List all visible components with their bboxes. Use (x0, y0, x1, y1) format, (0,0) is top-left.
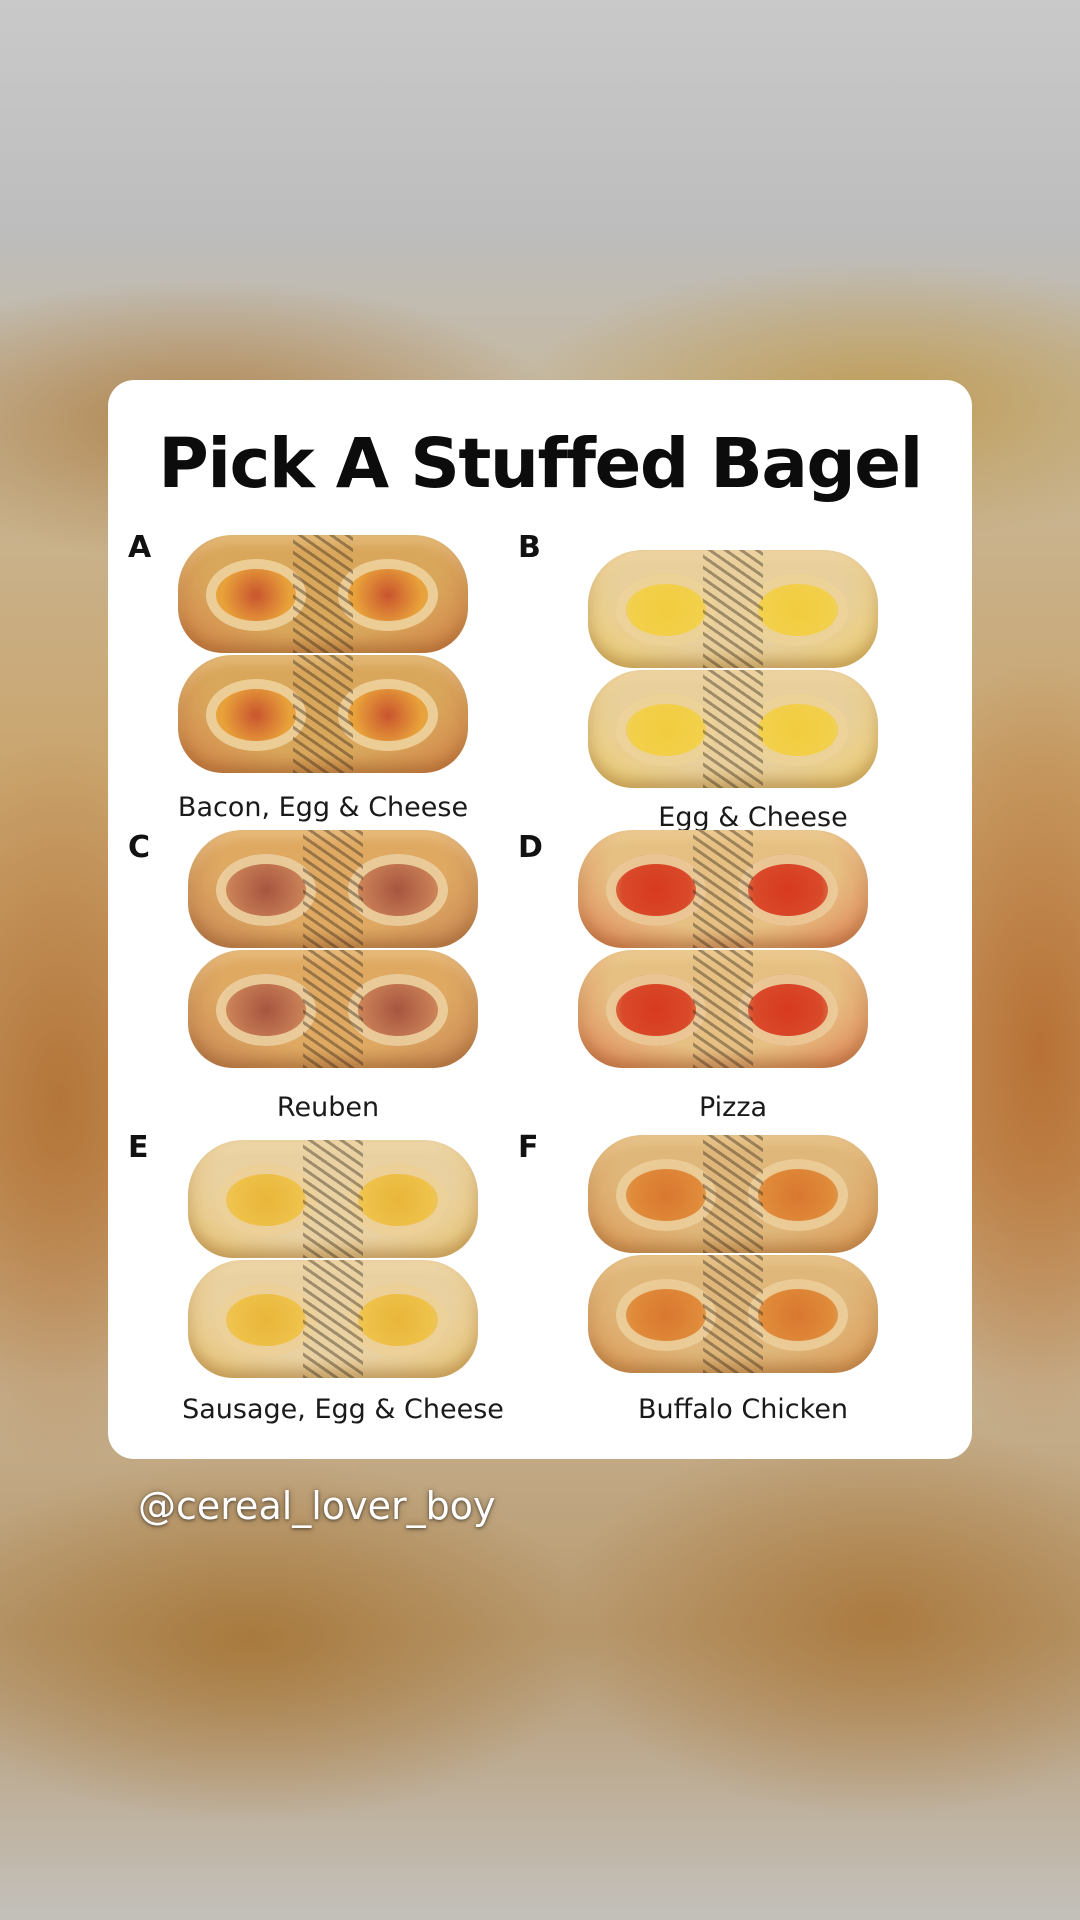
option-b[interactable]: B Egg & Cheese (498, 530, 898, 833)
bagel-image (578, 830, 878, 1080)
poll-card: Pick A Stuffed Bagel A Bacon, Egg & Chee… (108, 380, 972, 1459)
bagel-image (188, 1140, 488, 1390)
option-letter: D (518, 830, 543, 865)
post-title: Pick A Stuffed Bagel (158, 424, 923, 504)
option-label: Reuben (276, 1092, 380, 1123)
option-label: Pizza (698, 1092, 768, 1123)
bagel-image (188, 830, 488, 1080)
creator-handle[interactable]: @cereal_lover_boy (138, 1484, 495, 1528)
option-c[interactable]: C Reuben (108, 830, 508, 1130)
bagel-image (588, 550, 888, 800)
option-letter: E (128, 1130, 149, 1165)
option-letter: A (128, 530, 152, 565)
option-label: Egg & Cheese (658, 802, 848, 833)
option-label: Sausage, Egg & Cheese (182, 1394, 504, 1425)
option-f[interactable]: F Buffalo Chicken (498, 1130, 898, 1430)
bagel-image (588, 1135, 888, 1385)
option-e[interactable]: E Sausage, Egg & Cheese (108, 1130, 508, 1430)
bagel-image (178, 535, 478, 785)
option-label: Buffalo Chicken (637, 1394, 849, 1425)
option-a[interactable]: A Bacon, Egg & Cheese (108, 530, 508, 830)
option-letter: F (518, 1130, 539, 1165)
option-label: Bacon, Egg & Cheese (177, 792, 469, 823)
option-letter: C (128, 830, 151, 865)
option-d[interactable]: D Pizza (498, 830, 898, 1130)
option-letter: B (518, 530, 541, 565)
